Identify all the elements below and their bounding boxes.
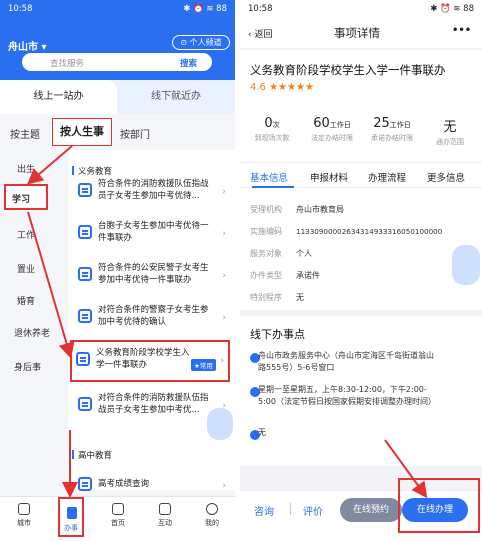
chevron-right-icon: › [222, 229, 226, 239]
assistant-robot-icon[interactable] [452, 245, 480, 285]
divider [290, 503, 291, 515]
tab-more-info[interactable]: 更多信息 [427, 170, 465, 184]
document-icon [78, 397, 92, 411]
side-nav-item-study[interactable]: 学习 [12, 192, 30, 205]
city-icon [18, 503, 30, 515]
side-nav-item-after-death[interactable]: 身后事 [14, 360, 41, 373]
tab-basic-info[interactable]: 基本信息 [250, 170, 288, 184]
subtab-by-department[interactable]: 按部门 [120, 126, 150, 141]
side-nav-item-property[interactable]: 置业 [17, 262, 35, 275]
document-icon [76, 352, 90, 366]
consult-button[interactable]: 咨询 [254, 503, 274, 518]
stat-promised-limit: 25工作日 承诺办结时限 [371, 116, 413, 142]
more-icon[interactable]: ••• [452, 25, 471, 36]
status-bar: 10:58 ✱ ⏰ ≋ 88 [0, 0, 235, 18]
nav-mine[interactable]: 我的 [192, 503, 232, 528]
list-item[interactable]: 台胞子女考生参加中考优待一件事联办 › [76, 216, 228, 252]
offline-phone: 无 [258, 428, 266, 437]
document-icon [78, 309, 92, 323]
nav-home[interactable]: 首页 [98, 503, 138, 528]
detail-header: ‹ 返回 事项详情 ••• [240, 18, 482, 48]
summary-card: 义务教育阶段学校学生入学一件事联办 4.6 ★★★★★ 0次 到现场次数 60工… [240, 50, 482, 162]
user-icon [206, 503, 218, 515]
offline-location-card: 线下办事点 舟山市政务服务中心（舟山市定海区千岛街道翁山路555号）5-6号窗口… [240, 316, 482, 466]
document-icon [78, 267, 92, 281]
tab-materials[interactable]: 申报材料 [310, 170, 348, 184]
status-time: 10:58 [8, 4, 33, 14]
search-bar[interactable]: 查找服务 搜索 [22, 53, 212, 71]
info-row: 服务对象 个人 [250, 249, 312, 258]
tab-process[interactable]: 办理流程 [368, 170, 406, 184]
section-title: 高中教育 [78, 451, 113, 461]
left-phone: 10:58 ✱ ⏰ ≋ 88 舟山市 ▾ ⊙ 个人频道 查找服务 搜索 线上一站… [0, 0, 235, 541]
chevron-right-icon: › [222, 271, 226, 281]
rating: 4.6 ★★★★★ [250, 82, 314, 93]
side-nav-item-retirement[interactable]: 退休养老 [14, 326, 50, 339]
search-input[interactable]: 查找服务 [50, 57, 84, 69]
list-item[interactable]: 义务教育阶段学校学生入学一件事联办 ★常用 › [74, 343, 226, 379]
info-row: 特别程序无 [250, 293, 304, 302]
info-row: 办件类型 承诺件 [250, 271, 320, 280]
info-row: 受理机构 舟山市教育局 [250, 205, 344, 214]
subtab-by-theme[interactable]: 按主题 [10, 126, 40, 141]
stat-legal-limit: 60工作日 法定办结时限 [311, 116, 353, 142]
offline-address: 舟山市政务服务中心（舟山市定海区千岛街道翁山路555号）5-6号窗口 [258, 351, 434, 372]
left-header: 10:58 ✱ ⏰ ≋ 88 舟山市 ▾ ⊙ 个人频道 查找服务 搜索 [0, 0, 235, 80]
subtab-by-life-event[interactable]: 按人生事 [52, 118, 112, 146]
detail-tabs: 基本信息 申报材料 办理流程 更多信息 [240, 162, 482, 188]
status-icons: ✱ ⏰ ≋ 88 [430, 4, 474, 14]
chevron-right-icon: › [222, 481, 226, 491]
document-icon [78, 225, 92, 239]
side-nav-item-work[interactable]: 工作 [17, 228, 35, 241]
service-list: 义务教育 符合条件的消防救援队伍指战员子女考生参加中考优待... › 台胞子女考… [68, 150, 235, 491]
offline-title: 线下办事点 [250, 328, 305, 341]
info-row: 实施编码 11330900002634314933316050100000 [250, 227, 443, 236]
document-icon [78, 477, 92, 491]
chat-icon [159, 503, 171, 515]
chevron-right-icon: › [222, 313, 226, 323]
service-title: 义务教育阶段学校学生入学一件事联办 [250, 63, 446, 77]
bottom-nav: 城市 办事 首页 互动 我的 [0, 496, 235, 541]
basic-info-panel: 受理机构 舟山市教育局 实施编码 1133090000263431493331605… [240, 188, 482, 310]
status-time: 10:58 [248, 4, 273, 14]
city-selector[interactable]: 舟山市 ▾ [8, 38, 47, 53]
chevron-right-icon: › [220, 356, 224, 366]
right-phone: 10:58 ✱ ⏰ ≋ 88 ‹ 返回 事项详情 ••• 义务教育阶段学校学生入… [240, 0, 482, 541]
service-icon [67, 507, 77, 519]
section-marker [72, 450, 74, 459]
nav-interact[interactable]: 互动 [145, 503, 185, 528]
status-icons: ✱ ⏰ ≋ 88 [183, 4, 227, 14]
stat-visits: 0次 到现场次数 [254, 116, 290, 142]
side-nav-item-marriage[interactable]: 婚育 [17, 294, 35, 307]
online-handle-highlight [398, 478, 480, 533]
chevron-right-icon: › [222, 187, 226, 197]
tab-offline[interactable]: 线下就近办 [117, 80, 235, 114]
online-appointment-button[interactable]: 在线预约 [340, 498, 402, 522]
list-item[interactable]: 对符合条件的警察子女考生参加中考优待的确认 › [76, 300, 228, 336]
nav-city[interactable]: 城市 [4, 503, 44, 528]
review-button[interactable]: 评价 [303, 503, 323, 518]
personal-channel-button[interactable]: ⊙ 个人频道 [172, 35, 230, 50]
main-tabs: 线上一站办 线下就近办 [0, 80, 235, 114]
page-title: 事项详情 [334, 26, 380, 40]
assistant-robot-icon[interactable] [207, 408, 233, 440]
list-item-highlight[interactable]: 义务教育阶段学校学生入学一件事联办 ★常用 › [70, 340, 230, 382]
list-item[interactable]: 符合条件的消防救援队伍指战员子女考生参加中考优待... › [76, 174, 228, 210]
document-icon [78, 183, 92, 197]
side-nav-item-birth[interactable]: 出生 [17, 162, 35, 175]
offline-hours: 星期一至星期五，上午8:30-12:00，下午2:00-5:00（法定节假日按国… [258, 385, 436, 406]
search-button[interactable]: 搜索 [180, 57, 197, 69]
section-marker [72, 166, 74, 175]
stat-scope: 无 通办范围 [436, 120, 464, 146]
nav-service[interactable]: 办事 [58, 497, 84, 537]
list-item[interactable]: 对符合条件的消防救援队伍指战员子女考生参加中考优... › [76, 388, 228, 424]
home-icon [112, 503, 124, 515]
status-bar: 10:58 ✱ ⏰ ≋ 88 [240, 0, 482, 18]
tab-online[interactable]: 线上一站办 [0, 80, 117, 114]
common-badge: ★常用 [191, 359, 216, 371]
list-item[interactable]: 符合条件的公安民警子女考生参加中考优待一件事联办 › [76, 258, 228, 294]
back-button[interactable]: ‹ 返回 [248, 27, 272, 40]
